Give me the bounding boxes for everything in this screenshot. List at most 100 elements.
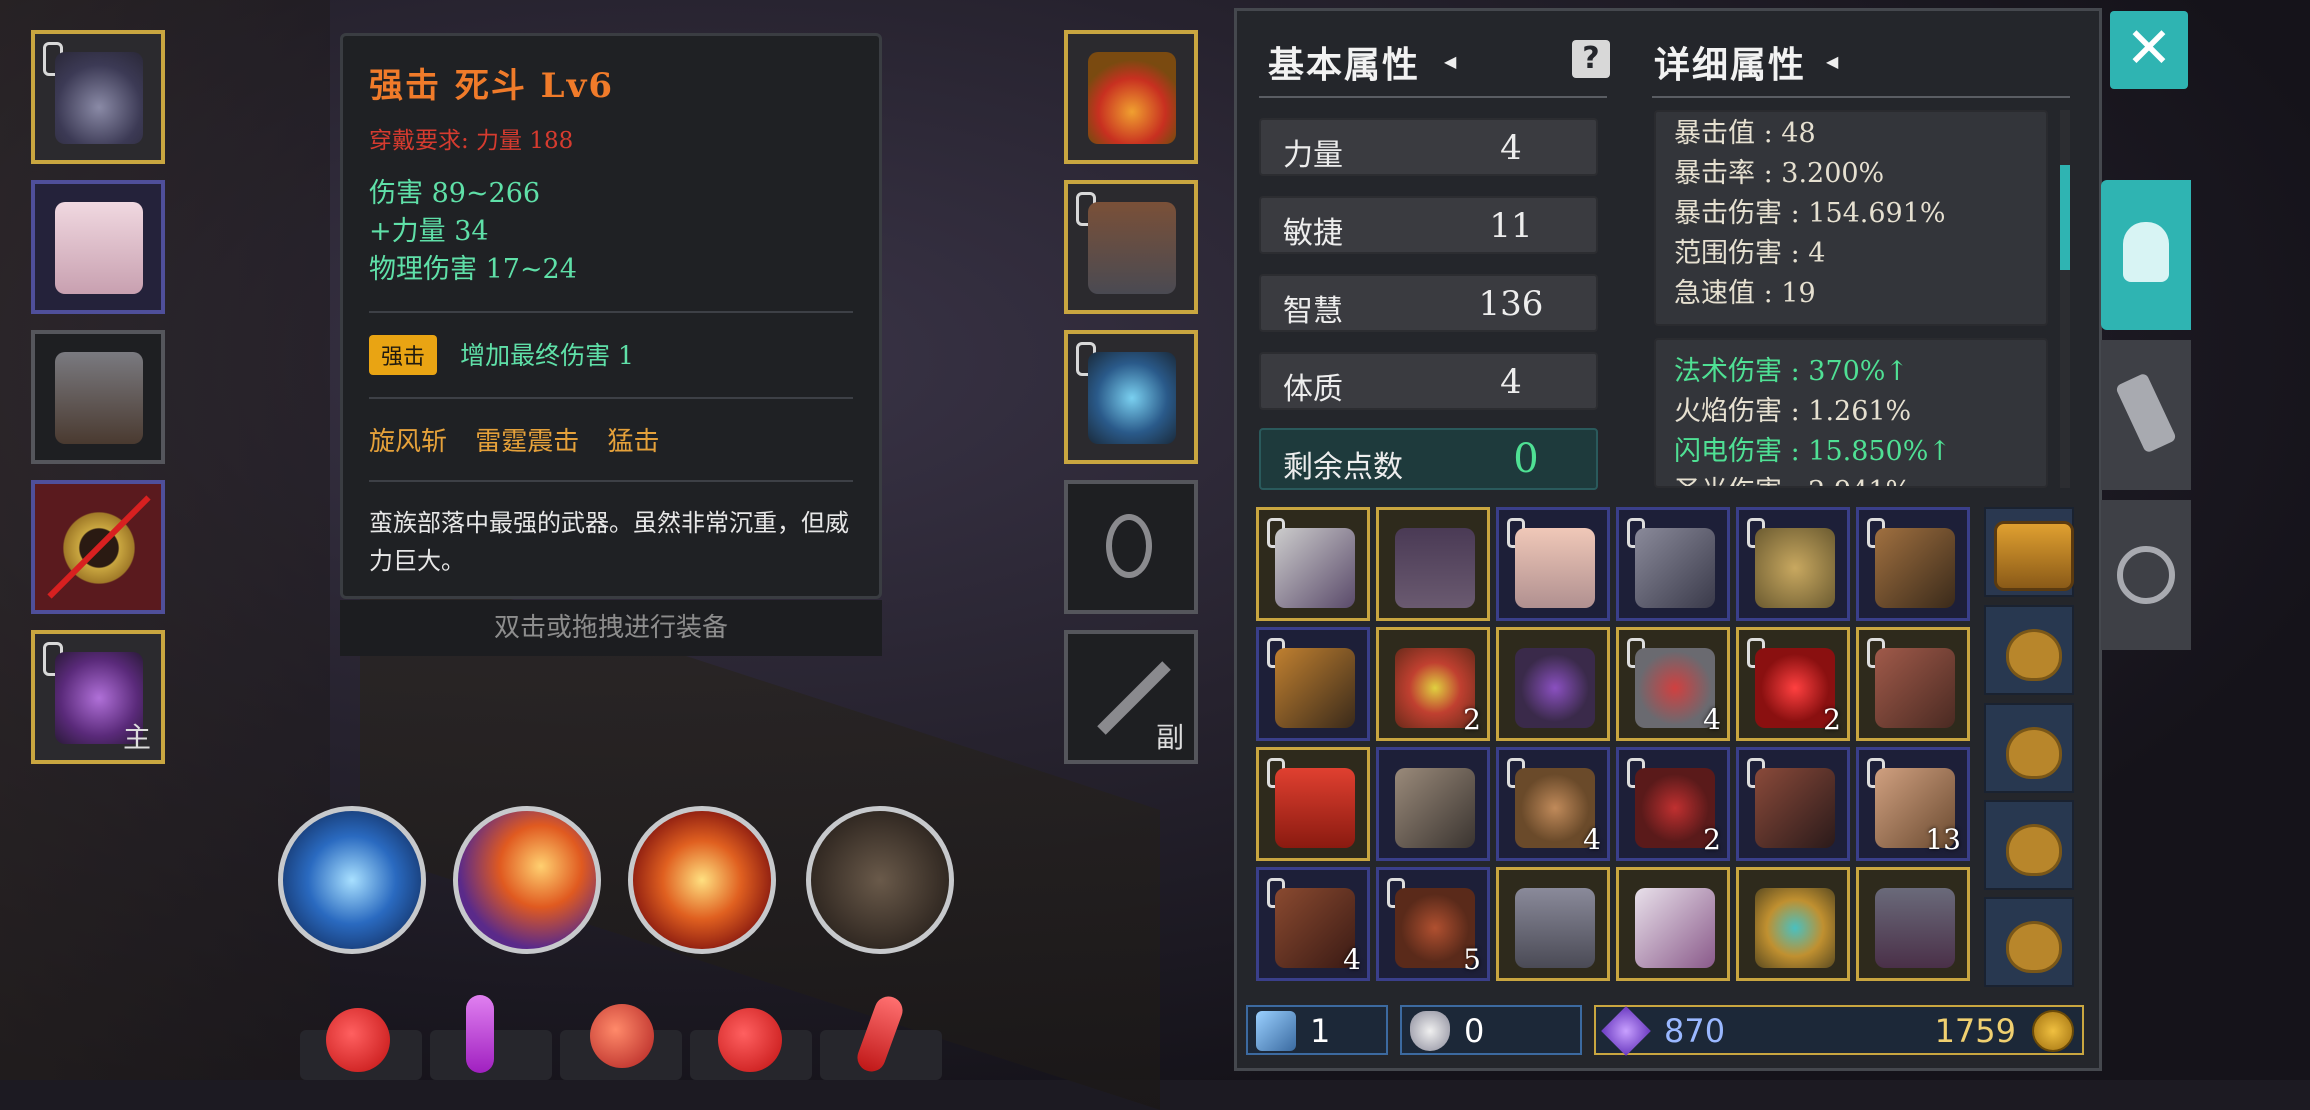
stat-value: 11 <box>1489 206 1533 246</box>
staff-icon <box>1875 528 1955 608</box>
inventory-cell[interactable]: 2 <box>1376 627 1490 741</box>
skill-ice-shard-icon[interactable] <box>278 806 426 954</box>
tab-equipment[interactable] <box>2101 180 2191 330</box>
greatsword-icon <box>1275 528 1355 608</box>
wand-icon <box>1256 1011 1296 1051</box>
bag-slot[interactable] <box>1984 800 2074 890</box>
equip-slot-chest[interactable] <box>31 180 165 314</box>
detail-line: 暴击值 : 48 <box>1674 118 1816 149</box>
inventory-cell[interactable] <box>1616 867 1730 981</box>
helmet-tab-icon <box>2123 222 2169 282</box>
detail-line: 法术伤害 : 370%↑ <box>1674 356 1909 387</box>
inventory-cell[interactable] <box>1256 627 1370 741</box>
equip-slot-legs[interactable] <box>31 330 165 464</box>
bag-slot-main[interactable] <box>1984 507 2074 597</box>
tab-skills[interactable] <box>2101 500 2191 650</box>
remaining-points-label: 剩余点数 <box>1283 450 1403 485</box>
item-count: 2 <box>1703 823 1721 856</box>
inventory-cell[interactable]: 4 <box>1616 627 1730 741</box>
inventory-cell[interactable] <box>1856 627 1970 741</box>
item-stat-line: 物理伤害 17~24 <box>369 254 577 285</box>
inventory-cell[interactable]: 4 <box>1496 747 1610 861</box>
red-potion-icon <box>326 1008 390 1072</box>
pouch-icon <box>2006 629 2062 681</box>
detail-line: 范围伤害 : 4 <box>1674 238 1826 269</box>
inventory-cell[interactable]: 5 <box>1376 867 1490 981</box>
gold-coin-icon <box>2032 1010 2074 1052</box>
scrollbar-track[interactable] <box>2060 110 2070 488</box>
remaining-points: 剩余点数 0 <box>1259 428 1598 490</box>
divider <box>1259 96 1607 98</box>
item-stat-line: 伤害 89~266 <box>369 178 541 209</box>
inventory-cell[interactable] <box>1256 507 1370 621</box>
inventory-cell[interactable] <box>1376 507 1490 621</box>
effect-text: 增加最终伤害 1 <box>460 341 634 370</box>
bag-slot[interactable] <box>1984 897 2074 987</box>
item-requirement: 穿戴要求: 力量 188 <box>369 128 574 154</box>
ring-icon <box>1755 888 1835 968</box>
inventory-cell[interactable] <box>1256 747 1370 861</box>
item-name: 强击 死斗 Lv6 <box>369 66 614 106</box>
close-button[interactable]: ✕ <box>2110 11 2188 89</box>
stat-row-constitution: 体质 4 <box>1259 352 1598 410</box>
equip-slot-gloves[interactable] <box>1064 180 1198 314</box>
robe-icon <box>55 202 143 294</box>
detail-line: 圣光伤害 : 2.941% <box>1674 472 2028 486</box>
inventory-cell[interactable]: 4 <box>1256 867 1370 981</box>
stat-label: 敏捷 <box>1283 216 1343 251</box>
purple-vial-icon <box>466 995 494 1073</box>
torch-staff-icon <box>1275 648 1355 728</box>
inventory-cell[interactable]: 2 <box>1616 747 1730 861</box>
dropdown-caret-icon: ◀ <box>1826 52 1839 71</box>
inventory-cell[interactable] <box>1856 867 1970 981</box>
gem-icon <box>1601 1006 1651 1056</box>
equip-slot-helmet[interactable] <box>31 30 165 164</box>
target-tab-icon <box>2117 546 2175 604</box>
shield-count: 0 <box>1464 1012 1485 1050</box>
detail-box-elemental: 法术伤害 : 370%↑ 火焰伤害 : 1.261% 闪电伤害 : 15.850… <box>1654 338 2048 488</box>
ring-placeholder-icon <box>1106 514 1152 578</box>
basic-attributes-title: 基本属性 <box>1268 44 1421 86</box>
skill-flame-icon[interactable] <box>628 806 776 954</box>
resource-wand: 1 <box>1246 1005 1388 1055</box>
tab-gear[interactable] <box>2101 340 2191 490</box>
inventory-cell[interactable] <box>1616 507 1730 621</box>
inventory-cell[interactable] <box>1736 507 1850 621</box>
stat-value: 4 <box>1500 128 1522 168</box>
equip-slot-main-weapon[interactable]: 主 <box>31 630 165 764</box>
stat-value: 4 <box>1500 362 1522 402</box>
red-potion-icon <box>718 1008 782 1072</box>
bag-slot[interactable] <box>1984 703 2074 793</box>
skill-stomp-icon[interactable] <box>806 806 954 954</box>
equip-slot-necklace-disabled[interactable] <box>31 480 165 614</box>
equip-slot-ring-empty[interactable] <box>1064 480 1198 614</box>
pouch-icon <box>2006 921 2062 973</box>
equip-slot-amulet[interactable] <box>1064 30 1198 164</box>
detail-line: 闪电伤害 : 15.850%↑ <box>1674 436 1952 467</box>
inventory-cell[interactable] <box>1496 867 1610 981</box>
scrollbar-thumb[interactable] <box>2060 165 2070 270</box>
bag-slot[interactable] <box>1984 605 2074 695</box>
item-count: 2 <box>1823 703 1841 736</box>
inventory-cell[interactable] <box>1376 747 1490 861</box>
skill-fireball-icon[interactable] <box>453 806 601 954</box>
item-effect: 强击 增加最终伤害 1 <box>369 335 853 375</box>
inventory-cell[interactable]: 13 <box>1856 747 1970 861</box>
equip-slot-boots[interactable] <box>1064 330 1198 464</box>
detail-line: 暴击率 : 3.200% <box>1674 158 1885 189</box>
mace-icon <box>1635 528 1715 608</box>
inventory-cell[interactable] <box>1736 867 1850 981</box>
inventory-cell[interactable]: 2 <box>1736 627 1850 741</box>
inventory-cell[interactable] <box>1496 507 1610 621</box>
equip-slot-offhand-empty[interactable]: 副 <box>1064 630 1198 764</box>
stat-row-wisdom: 智慧 136 <box>1259 274 1598 332</box>
inventory-cell[interactable] <box>1496 627 1610 741</box>
divider <box>369 311 853 313</box>
equip-hint: 双击或拖拽进行装备 <box>340 600 882 656</box>
inventory-cell[interactable] <box>1856 507 1970 621</box>
item-count: 5 <box>1463 943 1481 976</box>
flask-potion-icon <box>590 1004 654 1068</box>
inventory-cell[interactable] <box>1736 747 1850 861</box>
boots-icon <box>1088 352 1176 444</box>
question-icon[interactable]: ? <box>1572 40 1610 78</box>
